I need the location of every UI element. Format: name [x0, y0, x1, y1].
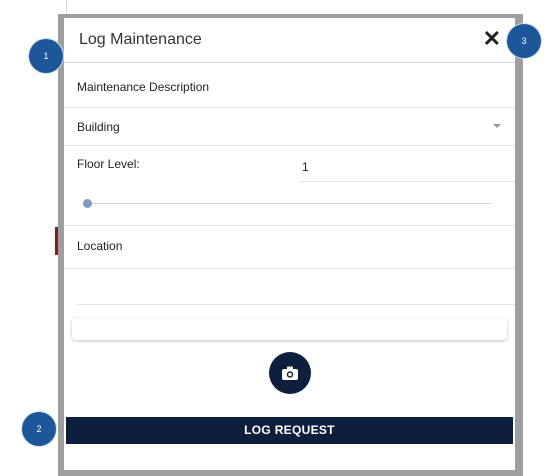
log-request-button[interactable]: LOG REQUEST — [66, 417, 513, 444]
photo-preview-box[interactable] — [72, 318, 507, 340]
annotation-badge-2: 2 — [22, 412, 56, 446]
modal-header: Log Maintenance ✕ — [64, 18, 515, 63]
floor-level-label: Floor Level: — [77, 157, 140, 171]
floor-slider-thumb[interactable] — [82, 199, 92, 208]
close-icon[interactable]: ✕ — [483, 28, 501, 50]
floor-level-input[interactable] — [300, 155, 504, 179]
camera-icon — [282, 366, 298, 380]
field-divider — [64, 145, 515, 146]
log-maintenance-modal: Log Maintenance ✕ Maintenance Descriptio… — [64, 18, 515, 470]
field-divider — [64, 225, 515, 226]
floor-input-underline — [300, 181, 515, 182]
field-divider — [64, 268, 515, 269]
location-field[interactable]: Location — [77, 239, 122, 253]
location-input-underline — [77, 304, 515, 305]
annotation-badge-3: 3 — [507, 24, 541, 58]
annotation-badge-1: 1 — [29, 39, 63, 73]
field-divider — [64, 107, 515, 108]
modal-title: Log Maintenance — [79, 31, 202, 48]
camera-button[interactable] — [269, 352, 311, 394]
maintenance-description-field[interactable]: Maintenance Description — [77, 80, 209, 94]
building-select[interactable]: Building — [77, 120, 120, 134]
floor-slider-track[interactable] — [87, 203, 491, 204]
chevron-down-icon[interactable] — [493, 124, 501, 128]
